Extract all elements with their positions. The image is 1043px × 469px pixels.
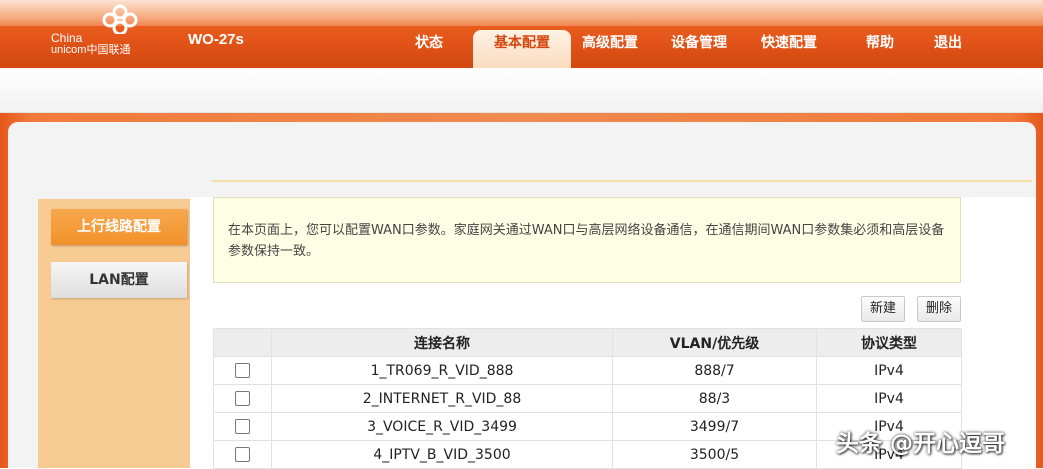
nav-device-management[interactable]: 设备管理 [667,30,731,56]
delete-button[interactable]: 删除 [917,296,961,322]
nav-status[interactable]: 状态 [409,30,449,56]
nav-logout[interactable]: 退出 [930,30,966,56]
sidebar-item-lan-config[interactable]: LAN配置 [51,262,187,298]
connection-name-cell: 3_VOICE_R_VID_3499 [271,412,613,441]
nav-quick-config[interactable]: 快速配置 [757,30,821,56]
sub-menu-bar [0,68,1043,113]
table-header-row: 连接名称 VLAN/优先级 协议类型 [213,328,962,357]
new-button[interactable]: 新建 [861,296,905,322]
row-checkbox[interactable] [235,363,250,378]
row-checkbox[interactable] [235,447,250,462]
top-header: China unicom中国联通 WO-27s 状态 基本配置 高级配置 设备管… [0,0,1043,68]
vlan-priority-cell: 3499/7 [612,412,817,441]
row-select-cell [213,384,272,413]
content-frame: 上行线路配置 LAN配置 在本页面上，您可以配置WAN口参数。家庭网关通过WAN… [0,113,1043,469]
info-text: 在本页面上，您可以配置WAN口参数。家庭网关通过WAN口与高层网络设备通信，在通… [228,223,945,259]
logo-text-unicom: unicom中国联通 [51,44,131,56]
row-select-cell [213,412,272,441]
column-header-connection-name: 连接名称 [271,328,613,357]
row-select-cell [213,440,272,469]
page-title-strip [212,122,1032,182]
vlan-priority-cell: 3500/5 [612,440,817,469]
protocol-cell: IPv4 [816,356,962,385]
protocol-cell: IPv4 [816,384,962,413]
table-row[interactable]: 1_TR069_R_VID_888 888/7 IPv4 [213,356,962,385]
column-header-vlan-priority: VLAN/优先级 [612,328,817,357]
header-highlight-band [0,0,1043,26]
nav-help[interactable]: 帮助 [862,30,898,56]
unicom-knot-icon [102,4,138,34]
column-header-select [213,328,272,357]
sidebar: 上行线路配置 LAN配置 [38,199,190,468]
sidebar-item-uplink-config[interactable]: 上行线路配置 [51,209,187,245]
connection-name-cell: 2_INTERNET_R_VID_88 [271,384,613,413]
vlan-priority-cell: 88/3 [612,384,817,413]
nav-basic-config[interactable]: 基本配置 [473,30,571,68]
row-select-cell [213,356,272,385]
main-panel: 上行线路配置 LAN配置 在本页面上，您可以配置WAN口参数。家庭网关通过WAN… [8,122,1036,469]
logo-text-china: China [51,31,83,45]
connection-name-cell: 1_TR069_R_VID_888 [271,356,613,385]
column-header-protocol: 协议类型 [816,328,962,357]
nav-advanced-config[interactable]: 高级配置 [578,30,642,56]
row-checkbox[interactable] [235,419,250,434]
watermark-text: 头条 @开心逗哥 [836,431,1006,457]
vlan-priority-cell: 888/7 [612,356,817,385]
device-model: WO-27s [188,31,244,48]
unicom-logo: China unicom中国联通 [46,4,156,60]
table-row[interactable]: 2_INTERNET_R_VID_88 88/3 IPv4 [213,384,962,413]
row-checkbox[interactable] [235,391,250,406]
info-box: 在本页面上，您可以配置WAN口参数。家庭网关通过WAN口与高层网络设备通信，在通… [213,197,961,283]
connection-name-cell: 4_IPTV_B_VID_3500 [271,440,613,469]
